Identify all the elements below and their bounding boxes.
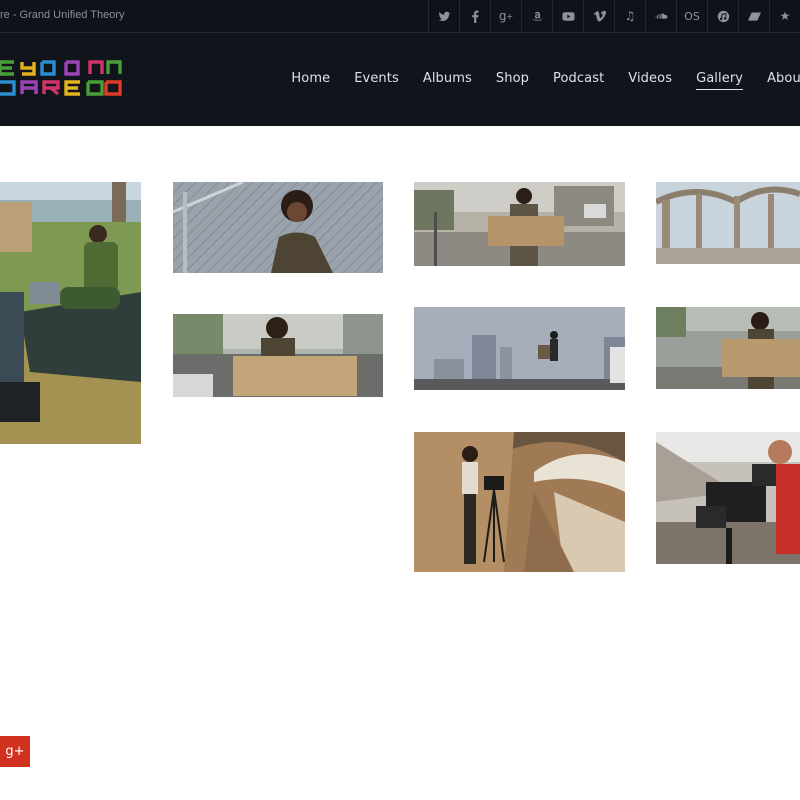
gallery-photo[interactable]: [173, 314, 383, 397]
nav-podcast[interactable]: Podcast: [553, 71, 604, 90]
nav-about[interactable]: About: [767, 71, 800, 90]
gallery-photo[interactable]: [173, 182, 383, 273]
gallery-photo[interactable]: [656, 432, 800, 564]
nav-videos[interactable]: Videos: [628, 71, 672, 90]
nav-albums[interactable]: Albums: [423, 71, 472, 90]
star-icon[interactable]: ★: [769, 0, 800, 32]
gallery-photo[interactable]: [414, 432, 625, 572]
gallery-photo[interactable]: [0, 182, 141, 444]
youtube-icon[interactable]: [552, 0, 583, 32]
soundcloud-icon[interactable]: [645, 0, 676, 32]
nav-home[interactable]: Home: [291, 71, 330, 90]
amazon-icon[interactable]: [521, 0, 552, 32]
gallery-photo[interactable]: [656, 182, 800, 264]
twitter-icon[interactable]: [428, 0, 459, 32]
vimeo-icon[interactable]: [583, 0, 614, 32]
top-bar: re - Grand Unified Theory g + ♫ OS ★: [0, 0, 800, 33]
site-header: Home Events Albums Shop Podcast Videos G…: [0, 33, 800, 126]
now-playing-ticker[interactable]: re - Grand Unified Theory: [0, 9, 125, 21]
nav-shop[interactable]: Shop: [496, 71, 529, 90]
nav-gallery[interactable]: Gallery: [696, 71, 744, 90]
site-logo[interactable]: [0, 58, 126, 105]
itunes-icon[interactable]: [707, 0, 738, 32]
main-nav: Home Events Albums Shop Podcast Videos G…: [267, 71, 800, 90]
google-plus-icon: g+: [5, 744, 25, 759]
facebook-icon[interactable]: [459, 0, 490, 32]
social-links: g + ♫ OS ★: [428, 0, 800, 32]
google-plus-icon[interactable]: g +: [490, 0, 521, 32]
gallery-photo[interactable]: [656, 307, 800, 389]
google-plus-share-button[interactable]: g+: [0, 736, 30, 767]
gallery-photo[interactable]: [414, 182, 625, 266]
nav-events[interactable]: Events: [354, 71, 399, 90]
lastfm-icon[interactable]: OS: [676, 0, 707, 32]
gallery-photo[interactable]: [414, 307, 625, 390]
music-note-icon[interactable]: ♫: [614, 0, 645, 32]
bandcamp-icon[interactable]: [738, 0, 769, 32]
